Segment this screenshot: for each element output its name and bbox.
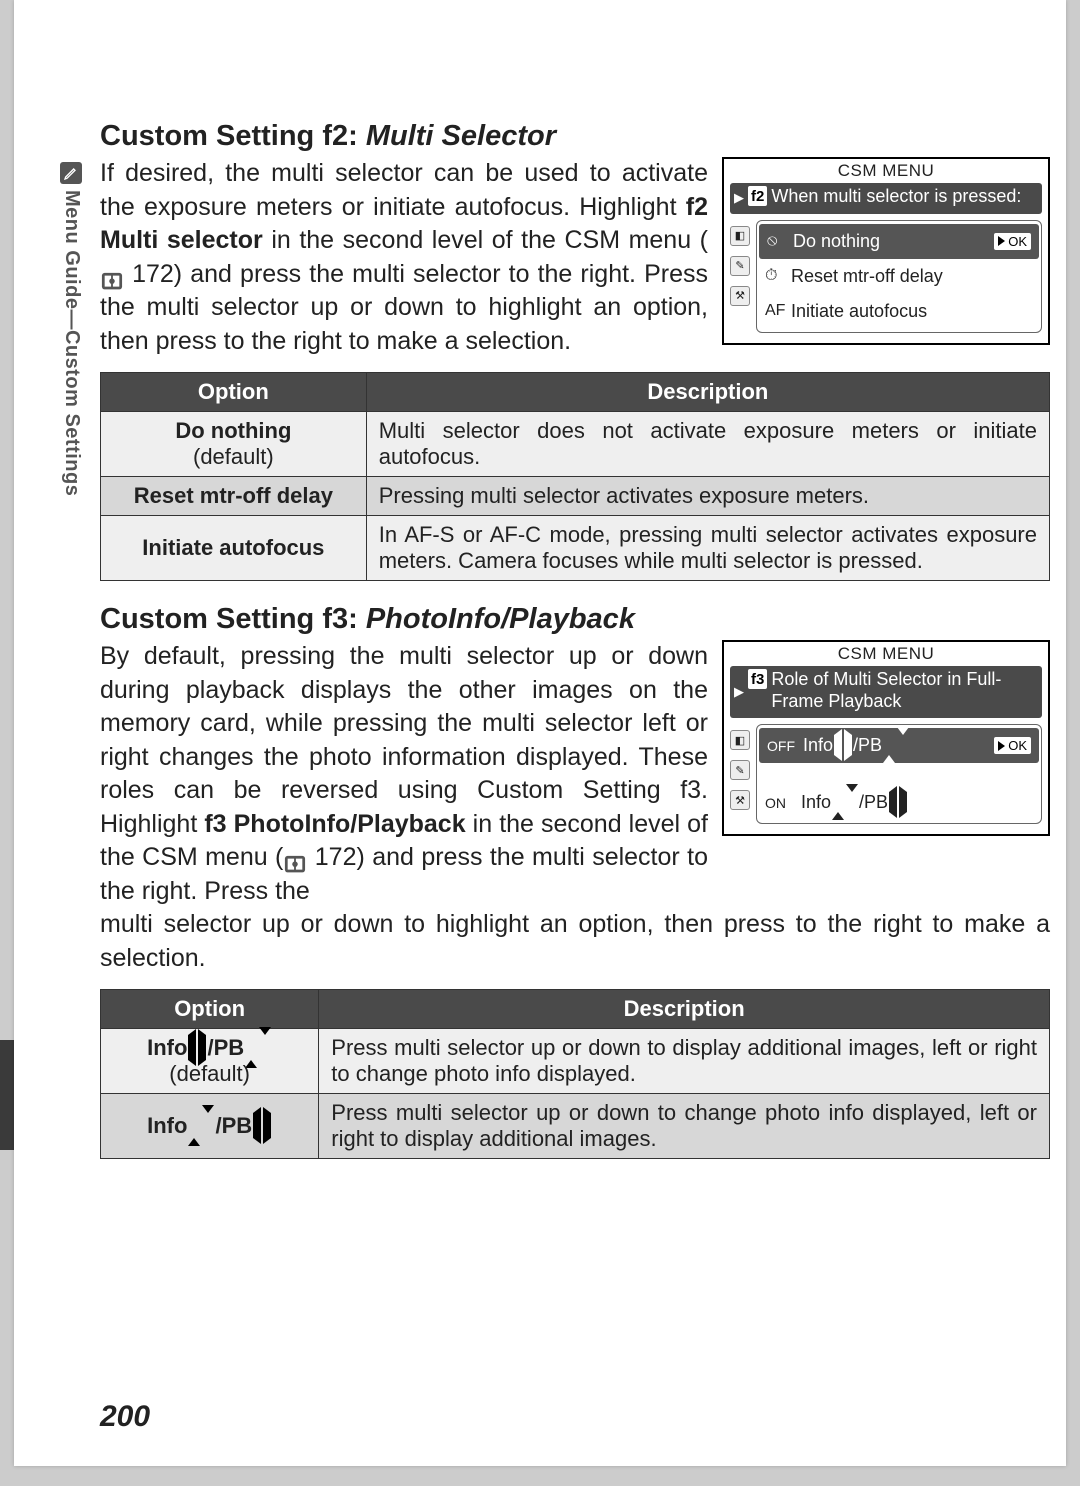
camera-icon: ◧ <box>730 730 750 750</box>
screen-f2-title: CSM MENU <box>724 159 1048 181</box>
ok-badge: OK <box>994 737 1031 754</box>
table-row: Reset mtr-off delayPressing multi select… <box>101 477 1050 516</box>
table-f2: Option Description Do nothing(default)Mu… <box>100 372 1050 581</box>
table-row: Initiate autofocusIn AF-S or AF-C mode, … <box>101 516 1050 581</box>
screen-menu-item: AFInitiate autofocus <box>757 294 1041 329</box>
section-f2-title: Custom Setting f2: Multi Selector <box>100 120 1050 153</box>
page: Menu Guide—Custom Settings Custom Settin… <box>0 0 1080 1486</box>
pencil-icon: ✎ <box>730 760 750 780</box>
table-f3-header-desc: Description <box>319 990 1050 1029</box>
camera-icon: ◧ <box>730 226 750 246</box>
manual-ref-icon <box>101 266 123 284</box>
screen-f2-code: f2 <box>748 186 767 206</box>
pencil-tab-icon <box>60 162 82 184</box>
screen-menu-item: OFFInfo/PBOK <box>759 728 1039 763</box>
table-f3: Option Description Info/PB(default)Press… <box>100 989 1050 1159</box>
screen-side-icons: ◧ ✎ ⚒ <box>730 724 750 824</box>
table-f2-header-option: Option <box>101 373 367 412</box>
table-f3-header-option: Option <box>101 990 319 1029</box>
screen-f2: CSM MENU ▶ f2 When multi selector is pre… <box>722 157 1050 345</box>
page-number: 200 <box>100 1400 150 1434</box>
table-row: Info/PB(default)Press multi selector up … <box>101 1029 1050 1094</box>
screen-f2-heading: When multi selector is pressed: <box>771 183 1027 214</box>
tools-icon: ⚒ <box>730 790 750 810</box>
screen-menu-item: ⏱Reset mtr-off delay <box>757 259 1041 294</box>
manual-ref-icon <box>284 849 306 867</box>
play-icon: ▶ <box>734 190 744 206</box>
paper-sheet: Menu Guide—Custom Settings Custom Settin… <box>14 0 1066 1466</box>
screen-menu-item: ⦸Do nothingOK <box>759 224 1039 259</box>
table-f2-header-desc: Description <box>366 373 1049 412</box>
screen-menu-item: ONInfo/PB <box>757 785 1041 820</box>
main-content: Menu Guide—Custom Settings Custom Settin… <box>100 120 1050 1181</box>
pencil-icon: ✎ <box>730 256 750 276</box>
side-tab: Menu Guide—Custom Settings <box>60 162 84 522</box>
screen-f3-title: CSM MENU <box>724 642 1048 664</box>
play-icon: ▶ <box>734 684 744 700</box>
table-row: Info/PBPress multi selector up or down t… <box>101 1094 1050 1159</box>
screen-f3-list: OFFInfo/PBOK ONInfo/PB <box>756 724 1042 824</box>
tools-icon: ⚒ <box>730 286 750 306</box>
section-f3-paragraph-cont: multi selector up or down to highlight a… <box>100 908 1050 975</box>
table-row: Do nothing(default)Multi selector does n… <box>101 412 1050 477</box>
screen-f2-list: ⦸Do nothingOK⏱Reset mtr-off delayAFIniti… <box>756 220 1042 333</box>
section-f3-title: Custom Setting f3: PhotoInfo/Playback <box>100 603 1050 636</box>
ok-badge: OK <box>994 233 1031 250</box>
screen-side-icons: ◧ ✎ ⚒ <box>730 220 750 333</box>
screen-f3: CSM MENU ▶ f3 Role of Multi Selector in … <box>722 640 1050 836</box>
screen-f3-heading: Role of Multi Selector in Full-Frame Pla… <box>771 666 1042 718</box>
screen-f3-code: f3 <box>748 669 767 689</box>
side-tab-label: Menu Guide—Custom Settings <box>60 190 83 496</box>
